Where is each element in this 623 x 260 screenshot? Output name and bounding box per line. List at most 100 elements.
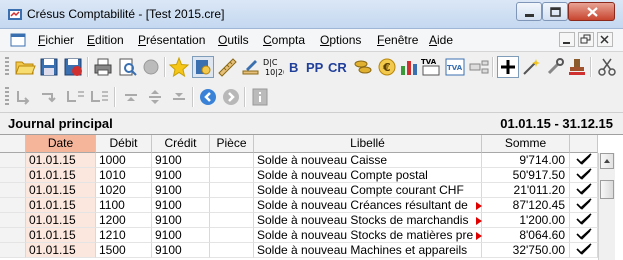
entry-status-cell[interactable] — [570, 183, 598, 198]
cr-button[interactable]: CR — [328, 56, 350, 78]
table-row[interactable]: 01.01.15 1210 9100 Solde à nouveau Stocks d… — [0, 228, 598, 243]
menu-presentation[interactable]: Présentation — [138, 33, 205, 47]
cell-piece[interactable] — [210, 228, 254, 243]
save-pdf-icon[interactable] — [62, 56, 84, 78]
cell-libelle[interactable]: Solde à nouveau Caisse — [254, 153, 482, 168]
debit-credit-icon[interactable]: D|C10|20 — [262, 56, 284, 78]
row-header[interactable] — [0, 153, 26, 168]
cell-date[interactable]: 01.01.15 — [26, 183, 96, 198]
tools-icon[interactable] — [544, 56, 566, 78]
forward-icon[interactable] — [220, 86, 242, 108]
table-row[interactable]: 01.01.15 1200 9100 Solde à nouveau Stocks d… — [0, 213, 598, 228]
cell-debit[interactable]: 1020 — [96, 183, 152, 198]
cell-credit[interactable]: 9100 — [152, 153, 210, 168]
close-button[interactable] — [568, 2, 615, 21]
column-header-flag[interactable] — [570, 135, 598, 153]
add-entry-button[interactable] — [497, 56, 519, 78]
entry-status-cell[interactable] — [570, 243, 598, 258]
column-header-date[interactable]: Date — [26, 135, 96, 153]
cell-debit[interactable]: 1210 — [96, 228, 152, 243]
cell-somme[interactable]: 50'917.50 — [482, 168, 570, 183]
wand-icon[interactable] — [520, 56, 542, 78]
row-header[interactable] — [0, 198, 26, 213]
save-icon[interactable] — [38, 56, 60, 78]
mdi-close-button[interactable] — [597, 32, 613, 47]
ruler-icon[interactable] — [216, 56, 238, 78]
cell-somme[interactable]: 8'064.60 — [482, 228, 570, 243]
document-icon[interactable] — [10, 33, 26, 47]
mdi-minimize-button[interactable] — [559, 32, 575, 47]
insert-multi-line-icon[interactable] — [64, 86, 86, 108]
cell-credit[interactable]: 9100 — [152, 213, 210, 228]
layout-icon[interactable] — [468, 56, 490, 78]
cell-piece[interactable] — [210, 213, 254, 228]
vertical-scrollbar[interactable] — [598, 153, 615, 260]
info-icon[interactable] — [249, 86, 271, 108]
move-up-icon[interactable] — [120, 86, 142, 108]
cell-somme[interactable]: 1'200.00 — [482, 213, 570, 228]
move-down-icon[interactable] — [168, 86, 190, 108]
vat-report-icon[interactable]: TVA — [444, 56, 466, 78]
cell-credit[interactable]: 9100 — [152, 183, 210, 198]
row-header[interactable] — [0, 243, 26, 258]
profit-loss-button[interactable]: PP — [306, 56, 328, 78]
row-header[interactable] — [0, 228, 26, 243]
cell-credit[interactable]: 9100 — [152, 168, 210, 183]
cell-date[interactable]: 01.01.15 — [26, 228, 96, 243]
mdi-restore-button[interactable] — [578, 32, 594, 47]
menu-fichier[interactable]: Fichier — [38, 33, 74, 47]
cell-debit[interactable]: 1010 — [96, 168, 152, 183]
insert-multi-line-after-icon[interactable] — [88, 86, 110, 108]
cell-date[interactable]: 01.01.15 — [26, 243, 96, 258]
menu-edition[interactable]: Edition — [87, 33, 124, 47]
move-both-icon[interactable] — [144, 86, 166, 108]
coins-icon[interactable] — [352, 56, 374, 78]
menu-compta[interactable]: Compta — [263, 33, 305, 47]
entry-status-cell[interactable] — [570, 153, 598, 168]
maximize-button[interactable] — [542, 2, 568, 21]
cell-piece[interactable] — [210, 153, 254, 168]
cell-libelle[interactable]: Solde à nouveau Stocks de matières pre — [254, 228, 482, 243]
cell-libelle[interactable]: Solde à nouveau Compte postal — [254, 168, 482, 183]
print-icon[interactable] — [92, 56, 114, 78]
scroll-thumb[interactable] — [600, 180, 614, 199]
menu-options[interactable]: Options — [320, 33, 361, 47]
cell-piece[interactable] — [210, 243, 254, 258]
stamp-icon[interactable] — [566, 56, 588, 78]
cell-debit[interactable]: 1500 — [96, 243, 152, 258]
insert-line-before-icon[interactable] — [14, 86, 36, 108]
menu-aide[interactable]: Aide — [429, 33, 453, 47]
cell-somme[interactable]: 9'714.00 — [482, 153, 570, 168]
column-header-somme[interactable]: Somme — [482, 135, 570, 153]
table-row[interactable]: 01.01.15 1500 9100 Solde à nouveau Machines… — [0, 243, 598, 258]
disabled-circle-icon[interactable] — [140, 56, 162, 78]
table-row[interactable]: 01.01.15 1100 9100 Solde à nouveau Créances… — [0, 198, 598, 213]
scroll-up-button[interactable] — [600, 153, 614, 169]
column-header-debit[interactable]: Débit — [96, 135, 152, 153]
cell-credit[interactable]: 9100 — [152, 243, 210, 258]
bar-chart-icon[interactable] — [398, 56, 420, 78]
row-header[interactable] — [0, 168, 26, 183]
star-icon[interactable] — [168, 56, 190, 78]
cell-libelle[interactable]: Solde à nouveau Machines et appareils — [254, 243, 482, 258]
entry-status-cell[interactable] — [570, 168, 598, 183]
balance-button[interactable]: B — [284, 56, 306, 78]
toolbar-grip[interactable] — [5, 87, 9, 107]
table-row[interactable]: 01.01.15 1020 9100 Solde à nouveau Compte c… — [0, 183, 598, 198]
insert-line-after-icon[interactable] — [38, 86, 60, 108]
cell-date[interactable]: 01.01.15 — [26, 153, 96, 168]
row-header[interactable] — [0, 213, 26, 228]
row-header[interactable] — [0, 183, 26, 198]
print-preview-icon[interactable] — [116, 56, 138, 78]
cell-libelle[interactable]: Solde à nouveau Stocks de marchandis — [254, 213, 482, 228]
cell-credit[interactable]: 9100 — [152, 198, 210, 213]
table-row[interactable]: 01.01.15 1010 9100 Solde à nouveau Compte p… — [0, 168, 598, 183]
ruler-pen-icon[interactable] — [240, 56, 262, 78]
view-mode-button[interactable] — [192, 56, 214, 78]
open-folder-icon[interactable] — [14, 56, 36, 78]
column-header-piece[interactable]: Pièce — [210, 135, 254, 153]
euro-icon[interactable]: € — [376, 56, 398, 78]
cell-piece[interactable] — [210, 198, 254, 213]
cell-piece[interactable] — [210, 183, 254, 198]
menu-outils[interactable]: Outils — [218, 33, 249, 47]
